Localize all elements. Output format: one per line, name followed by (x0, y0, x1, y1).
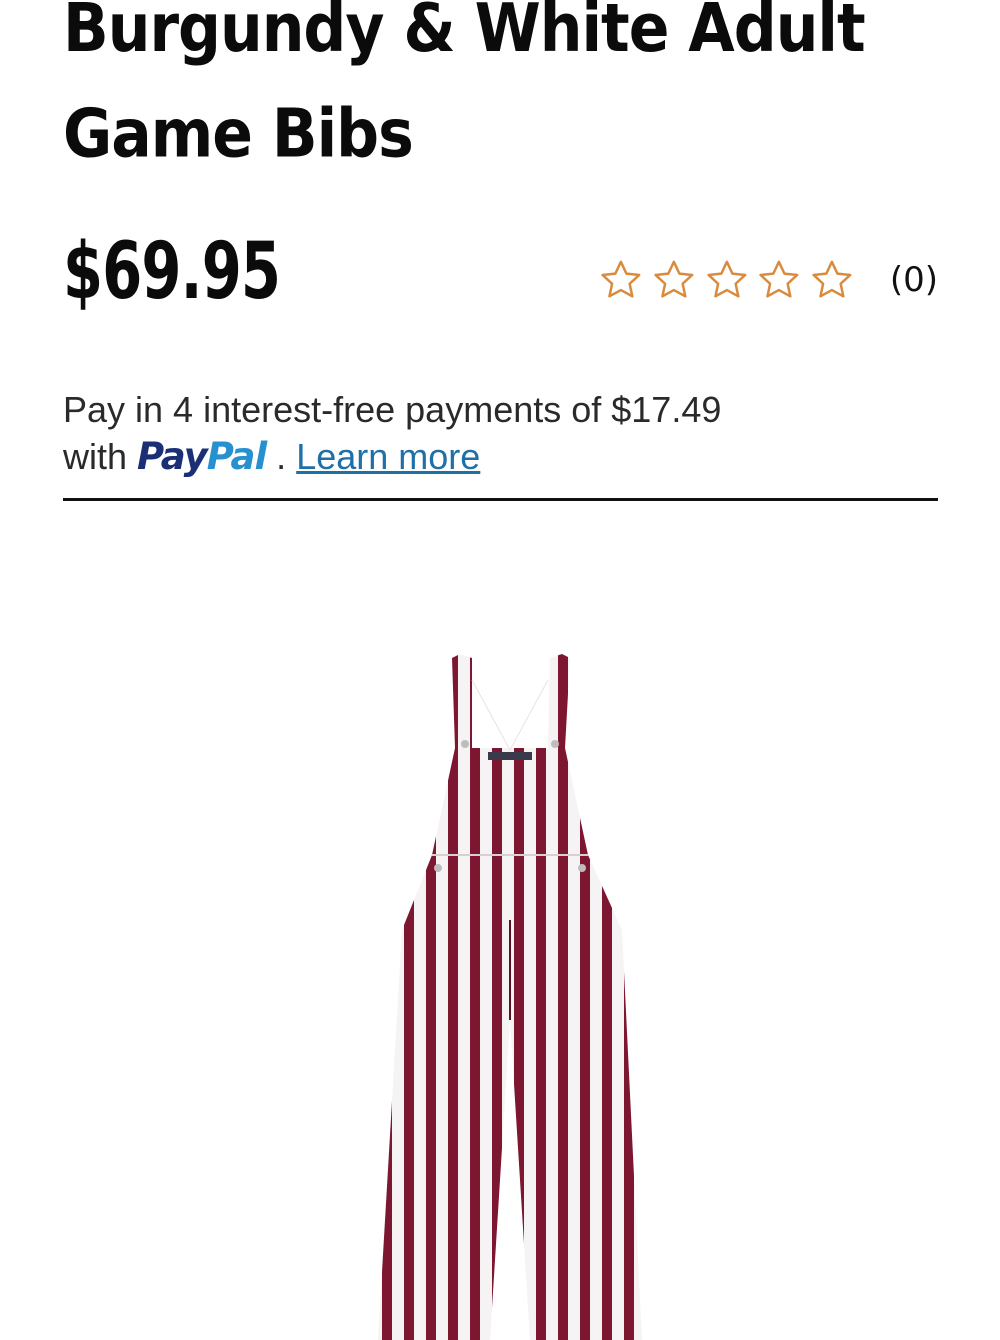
paypal-dot: . (276, 436, 287, 477)
product-image[interactable] (360, 640, 660, 1340)
paypal-with-text: with (63, 436, 128, 477)
product-price: $69.95 (63, 227, 281, 317)
section-divider (63, 498, 938, 501)
product-rating[interactable]: (0) (598, 250, 938, 310)
paypal-logo-pal: Pal (206, 435, 267, 478)
paypal-installment-text: Pay in 4 interest-free payments of $17.4… (63, 389, 722, 430)
paypal-logo: PayPal (137, 435, 267, 478)
paypal-logo-pay: Pay (137, 435, 208, 478)
star-icon[interactable] (756, 257, 802, 304)
review-count-link[interactable]: (0) (890, 260, 938, 300)
product-title: Burgundy & White Adult Game Bibs (63, 0, 866, 174)
paypal-with-line: with PayPal . Learn more (63, 433, 943, 480)
star-icon[interactable] (651, 257, 697, 304)
brand-tag (488, 752, 532, 760)
learn-more-link[interactable]: Learn more (296, 436, 480, 477)
star-icon[interactable] (809, 257, 855, 304)
paypal-pay-in-4-message: Pay in 4 interest-free payments of $17.4… (63, 386, 943, 480)
star-icon[interactable] (704, 257, 750, 304)
star-icon[interactable] (598, 257, 644, 304)
